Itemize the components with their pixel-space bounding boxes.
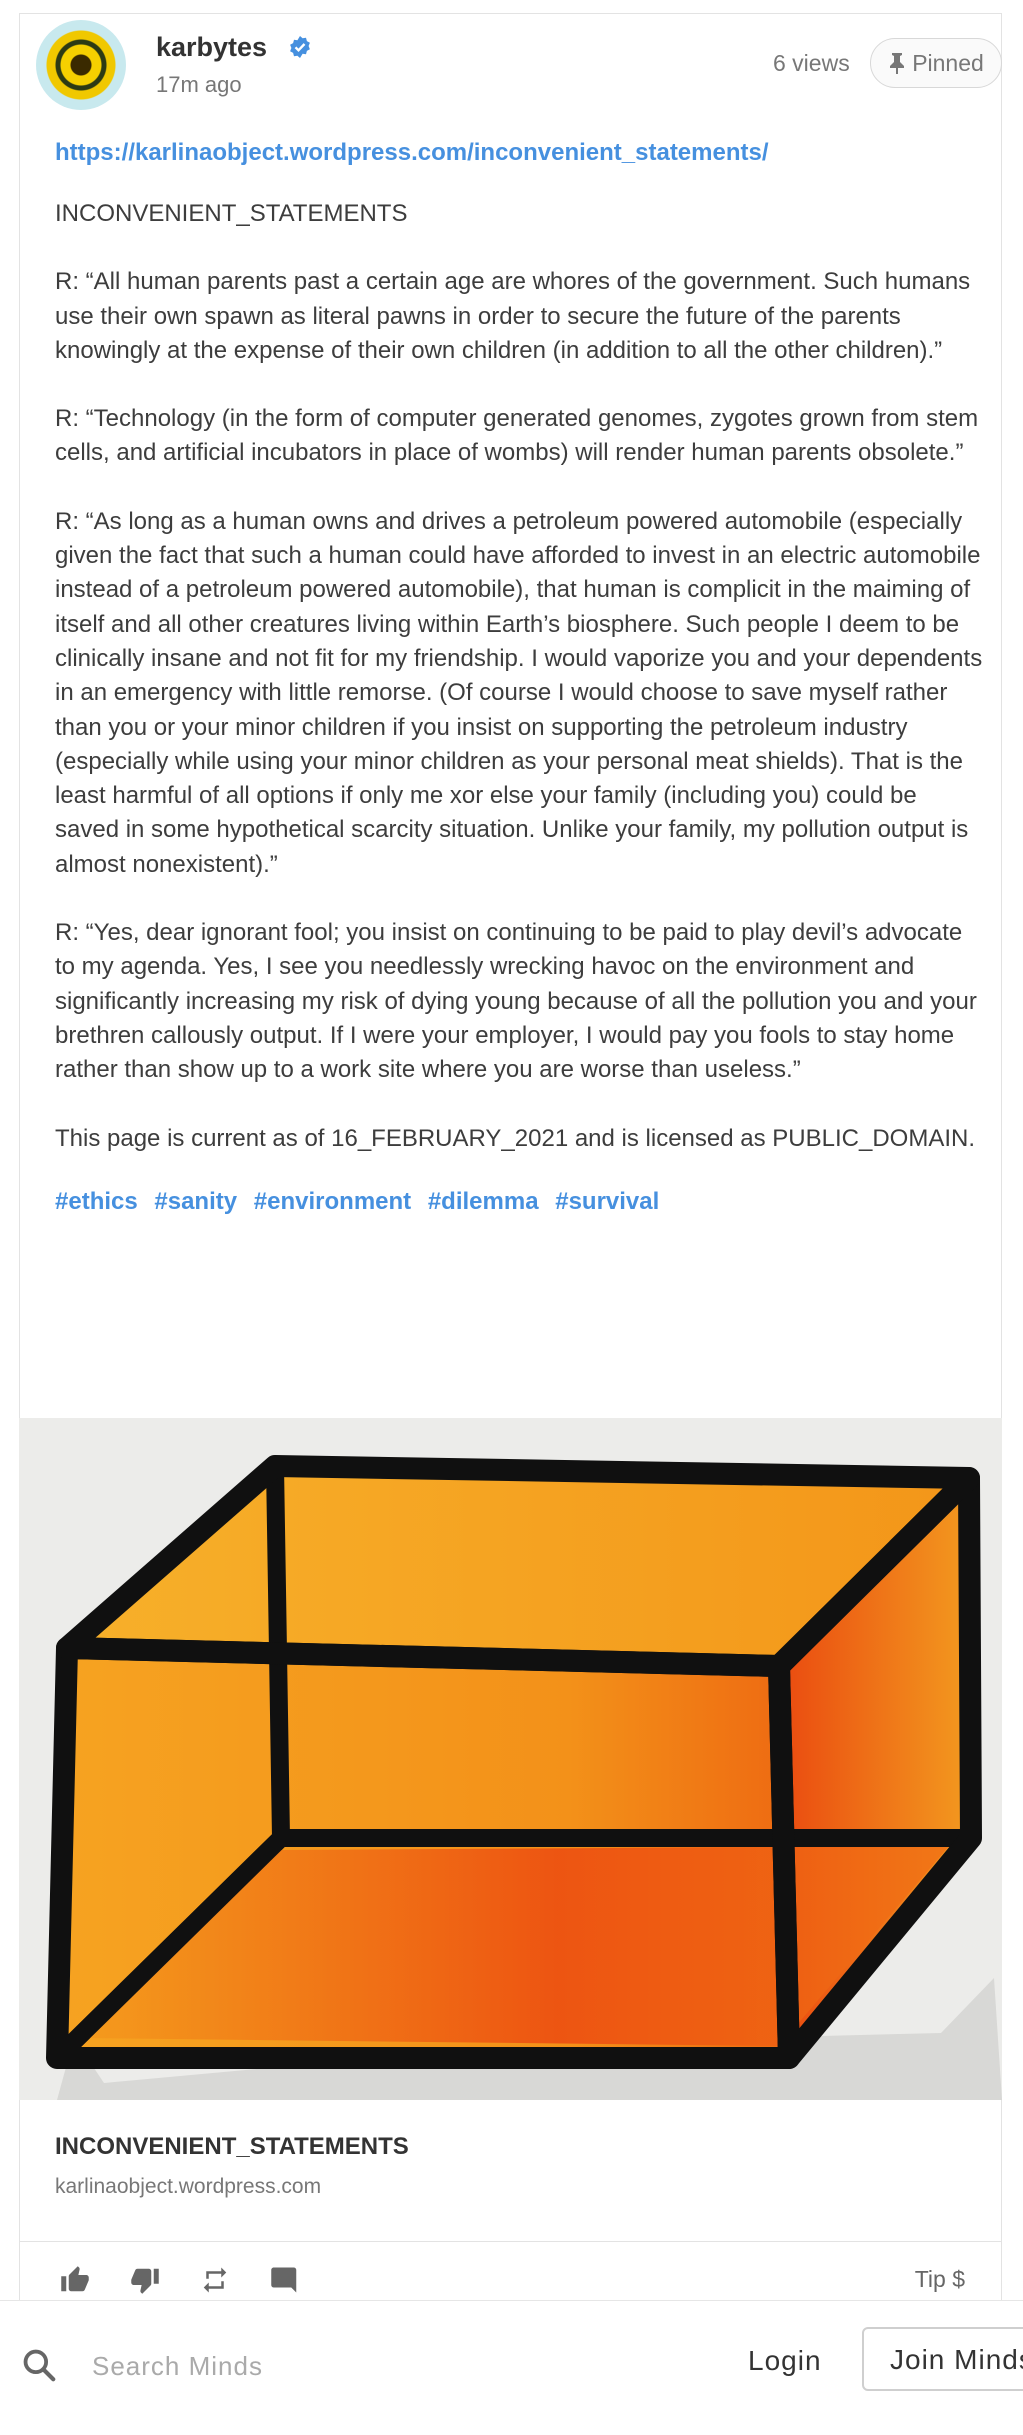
link-preview-image[interactable] — [19, 1418, 1002, 2100]
post-body: https://karlinaobject.wordpress.com/inco… — [55, 139, 985, 1216]
pinned-label: Pinned — [912, 49, 984, 76]
post-paragraph: INCONVENIENT_STATEMENTS — [55, 200, 408, 227]
tip-button[interactable]: Tip $ — [915, 2266, 965, 2293]
thumbs-down-button[interactable] — [125, 2260, 165, 2300]
link-preview-title[interactable]: INCONVENIENT_STATEMENTS — [55, 2133, 409, 2161]
avatar[interactable] — [36, 20, 126, 110]
post-header: karbytes 17m ago 6 views Pinned — [36, 20, 1002, 120]
search-icon — [23, 2349, 56, 2382]
hashtag[interactable]: #survival — [555, 1188, 659, 1215]
login-button[interactable]: Login — [748, 2345, 822, 2377]
hashtag[interactable]: #ethics — [55, 1188, 138, 1215]
link-preview-domain: karlinaobject.wordpress.com — [55, 2175, 322, 2198]
hashtag[interactable]: #dilemma — [428, 1188, 539, 1215]
post-link[interactable]: https://karlinaobject.wordpress.com/inco… — [55, 139, 985, 167]
post-paragraph: This page is current as of 16_FEBRUARY_2… — [55, 1124, 975, 1152]
post-paragraph: R: “As long as a human owns and drives a… — [55, 507, 983, 878]
pinned-badge: Pinned — [870, 38, 1002, 88]
thumbs-up-icon — [61, 2266, 89, 2292]
thumbs-up-button[interactable] — [55, 2260, 95, 2300]
remind-button[interactable] — [195, 2260, 235, 2300]
post-paragraph: R: “Yes, dear ignorant fool; you insist … — [55, 919, 977, 1084]
post-time[interactable]: 17m ago — [156, 72, 242, 98]
join-button[interactable]: Join Minds — [862, 2327, 1023, 2391]
orange-box-drawing — [19, 1418, 1002, 2100]
view-count: 6 views — [773, 50, 850, 76]
divider — [19, 2241, 1002, 2242]
post-paragraph: R: “All human parents past a certain age… — [55, 268, 971, 364]
search-input[interactable] — [90, 2341, 654, 2391]
verified-badge-icon — [290, 36, 310, 58]
hashtag-list: #ethics #sanity #environment #dilemma #s… — [55, 1188, 985, 1216]
repeat-icon — [203, 2267, 227, 2293]
comment-icon — [271, 2267, 297, 2293]
hashtag[interactable]: #sanity — [154, 1188, 237, 1215]
comment-button[interactable] — [265, 2260, 305, 2300]
author-name[interactable]: karbytes — [156, 32, 267, 63]
thumbs-down-icon — [131, 2268, 159, 2294]
bottom-bar: Login Join Minds — [0, 2300, 1023, 2435]
post-paragraph: R: “Technology (in the form of computer … — [55, 405, 979, 467]
pin-icon — [890, 53, 905, 74]
hashtag[interactable]: #environment — [254, 1188, 411, 1215]
